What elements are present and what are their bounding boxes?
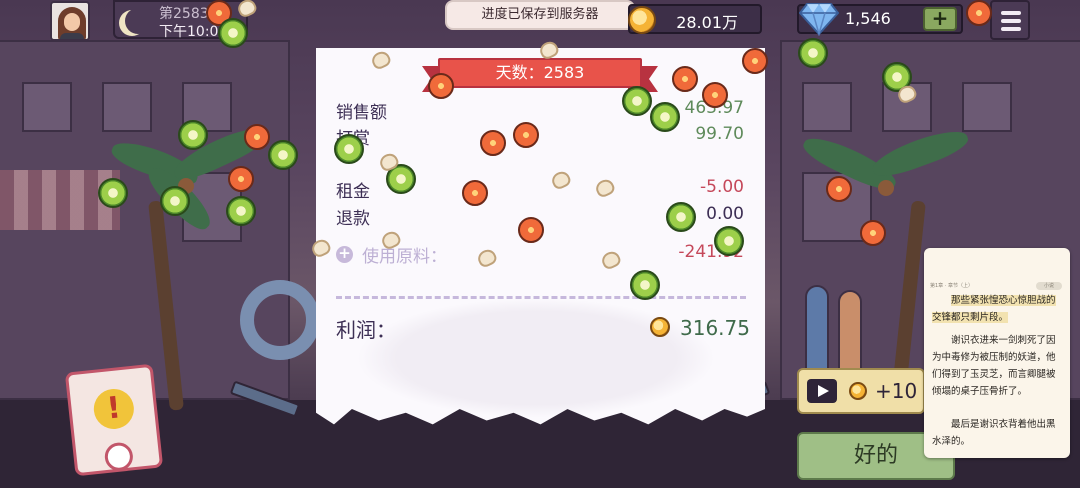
- tips-value: 99.70: [695, 124, 744, 144]
- tomato-slice: [480, 130, 506, 156]
- tomato-slice: [672, 66, 698, 92]
- alert-card[interactable]: !: [64, 363, 164, 477]
- coin-counter[interactable]: 28.01万: [628, 4, 762, 34]
- tomato-slice: [966, 0, 992, 26]
- pepper-slice: [160, 186, 190, 216]
- tomato-slice: [742, 48, 768, 74]
- menu-button[interactable]: [990, 0, 1030, 40]
- novel-header: 第1章 · 章节（上）: [930, 283, 973, 289]
- pepper-slice: [622, 86, 652, 116]
- day-label: 第2583: [159, 6, 209, 22]
- tomato-slice: [518, 217, 544, 243]
- play-icon: [807, 379, 837, 403]
- tomato-slice: [244, 124, 270, 150]
- menu-icon: [1001, 11, 1021, 15]
- coin-icon: [849, 382, 867, 400]
- moon-icon: [125, 8, 151, 34]
- refund-label: 退款: [336, 209, 370, 229]
- alert-icon: !: [91, 386, 136, 431]
- rent-label: 租金: [336, 182, 370, 202]
- pepper-slice: [268, 140, 298, 170]
- gem-counter[interactable]: 1,546 +: [797, 3, 963, 36]
- player-avatar[interactable]: [50, 1, 90, 41]
- pepper-slice: [630, 270, 660, 300]
- tomato-slice: [462, 180, 488, 206]
- pepper-slice: [666, 202, 696, 232]
- ad-reward-value: +10: [875, 379, 918, 403]
- novel-reader-overlay[interactable]: 第1章 · 章节（上） 小说 那些紧张惶恐心惊胆战的交锋都只剩片段。 谢识衣进来…: [924, 248, 1070, 458]
- watch-ad-button[interactable]: +10: [797, 368, 925, 414]
- pepper-slice: [798, 38, 828, 68]
- receipt-divider: [336, 296, 746, 299]
- profit-value: 316.75: [680, 316, 750, 340]
- tomato-slice: [513, 122, 539, 148]
- coconut: [878, 180, 894, 196]
- novel-paragraph: 那些紧张惶恐心惊胆战的交锋都只剩片段。: [932, 295, 1056, 323]
- novel-tag: 小说: [1036, 282, 1062, 290]
- swim-ring: [240, 280, 320, 360]
- tomato-slice: [860, 220, 886, 246]
- save-toast: 进度已保存到服务器: [445, 0, 635, 30]
- pepper-slice: [98, 178, 128, 208]
- day-banner-text: 天数：2583: [438, 58, 642, 88]
- rent-value: -5.00: [700, 177, 744, 197]
- pepper-slice: [226, 196, 256, 226]
- tomato-slice: [826, 176, 852, 202]
- ingredients-label[interactable]: 使用原料：: [362, 242, 447, 267]
- pepper-slice: [218, 18, 248, 48]
- pepper-slice: [178, 120, 208, 150]
- coin-icon: [628, 6, 656, 34]
- coin-value: 28.01万: [676, 13, 738, 32]
- tomato-slice: [428, 73, 454, 99]
- novel-paragraph: 谢识衣进来一剑刺死了因为中毒修为被压制的妖道，他们得到了玉灵芝，而言卿腿被倾塌的…: [932, 335, 1056, 397]
- gem-value: 1,546: [845, 9, 891, 28]
- pepper-slice: [650, 102, 680, 132]
- novel-paragraph: 最后是谢识衣背着他出黑水泽的。: [932, 419, 1056, 447]
- tomato-slice: [702, 82, 728, 108]
- coin-icon: [650, 317, 670, 337]
- expand-ingredients-icon[interactable]: +: [336, 246, 353, 263]
- pepper-slice: [714, 226, 744, 256]
- add-gems-button[interactable]: +: [923, 7, 957, 31]
- diamond-icon: [799, 3, 839, 36]
- profit-label: 利润：: [336, 318, 396, 342]
- tomato-slice: [228, 166, 254, 192]
- sales-label: 销售额: [336, 103, 387, 123]
- pepper-slice: [334, 134, 364, 164]
- day-banner: 天数：2583: [422, 58, 658, 92]
